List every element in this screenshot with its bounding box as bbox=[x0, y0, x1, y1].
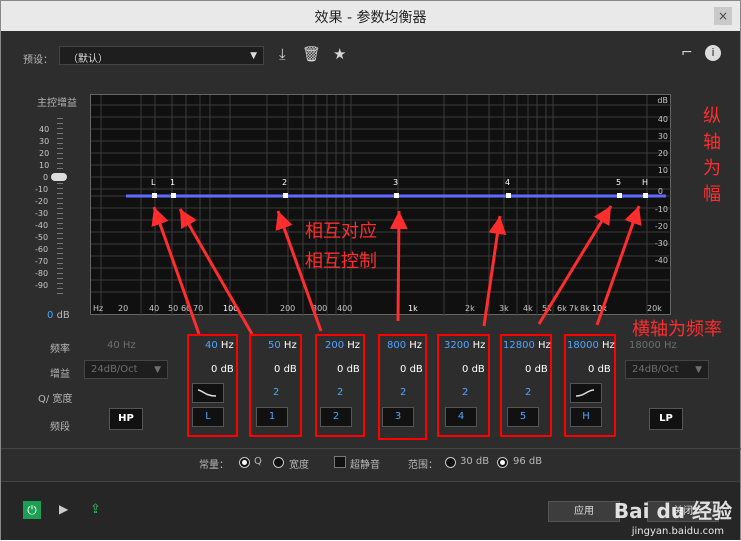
band-1-gain[interactable]: 0 dB bbox=[274, 364, 297, 375]
eq-grid bbox=[91, 95, 672, 316]
band-row-label: 频段 bbox=[50, 422, 70, 433]
preset-label: 预设： bbox=[23, 55, 53, 66]
band-marker-label-3: 3 bbox=[393, 178, 399, 187]
band-2-toggle[interactable]: 2 bbox=[320, 407, 352, 427]
master-gain-slider-track[interactable] bbox=[57, 118, 63, 294]
apply-button[interactable]: 应用 bbox=[548, 501, 620, 522]
range-label: 范围： bbox=[408, 460, 438, 471]
band-5-toggle[interactable]: 5 bbox=[507, 407, 539, 427]
window-title: 效果 - 参数均衡器 bbox=[314, 10, 427, 26]
band-handle-4[interactable] bbox=[506, 193, 511, 198]
band-H-frequency[interactable]: 18000 Hz bbox=[567, 340, 615, 351]
download-icon[interactable]: ⤓ bbox=[279, 45, 286, 63]
width-option-label: 宽度 bbox=[289, 460, 309, 471]
band-3-gain[interactable]: 0 dB bbox=[400, 364, 423, 375]
band-1-q[interactable]: 2 bbox=[273, 387, 279, 398]
preset-dropdown[interactable]: （默认） ▼ bbox=[59, 46, 264, 65]
band-handle-5[interactable] bbox=[617, 193, 622, 198]
band-1-frequency[interactable]: 50 Hz bbox=[268, 340, 297, 351]
range-96db-radio[interactable] bbox=[497, 457, 508, 468]
lp-frequency[interactable]: 18000 Hz bbox=[629, 340, 677, 351]
chevron-down-icon: ▼ bbox=[250, 51, 257, 61]
range-96db-label: 96 dB bbox=[513, 456, 543, 467]
close-icon[interactable]: × bbox=[714, 7, 732, 25]
range-30db-radio[interactable] bbox=[445, 457, 456, 468]
annotation-vertical-axis: 纵轴为幅 bbox=[703, 106, 721, 205]
band-4-gain[interactable]: 0 dB bbox=[462, 364, 485, 375]
band-3-frequency[interactable]: 800 Hz bbox=[387, 340, 422, 351]
super-silent-label: 超静音 bbox=[350, 460, 380, 471]
band-L-gain[interactable]: 0 dB bbox=[211, 364, 234, 375]
band-5-q[interactable]: 2 bbox=[525, 387, 531, 398]
frequency-row-label: 频率 bbox=[50, 344, 70, 355]
band-H-gain[interactable]: 0 dB bbox=[588, 364, 611, 375]
band-H-toggle[interactable]: H bbox=[570, 407, 602, 427]
low-shelf-curve-button[interactable] bbox=[192, 383, 224, 403]
master-gain-slider-handle[interactable] bbox=[51, 173, 67, 181]
high-shelf-icon bbox=[575, 389, 595, 397]
baidu-watermark-url: jingyan.baidu.com bbox=[631, 526, 724, 537]
band-marker-label-L: L bbox=[151, 178, 156, 187]
super-silent-checkbox[interactable] bbox=[334, 456, 346, 468]
power-icon[interactable]: ⏻ bbox=[23, 501, 41, 519]
annotation-mutual-correspond: 相互对应 bbox=[305, 221, 377, 242]
band-2-frequency[interactable]: 200 Hz bbox=[325, 340, 360, 351]
hp-frequency[interactable]: 40 Hz bbox=[107, 340, 136, 351]
annotation-horizontal-axis: 横轴为频率 bbox=[632, 319, 722, 340]
q-radio[interactable] bbox=[239, 457, 250, 468]
band-marker-label-H: H bbox=[642, 178, 649, 187]
lp-slope-dropdown[interactable]: 24dB/Oct ▼ bbox=[625, 360, 709, 379]
band-4-q[interactable]: 2 bbox=[462, 387, 468, 398]
width-radio[interactable] bbox=[273, 457, 284, 468]
band-L-frequency[interactable]: 40 Hz bbox=[205, 340, 234, 351]
chevron-down-icon: ▼ bbox=[695, 365, 702, 375]
low-shelf-icon bbox=[197, 389, 217, 397]
band-marker-label-2: 2 bbox=[282, 178, 288, 187]
hp-button[interactable]: HP bbox=[109, 408, 143, 430]
constant-label: 常量： bbox=[199, 460, 229, 471]
route-icon[interactable]: ⌐ bbox=[681, 45, 693, 61]
hp-slope-dropdown[interactable]: 24dB/Oct ▼ bbox=[84, 360, 168, 379]
band-marker-label-5: 5 bbox=[616, 178, 622, 187]
master-gain-label: 主控增益 bbox=[37, 98, 77, 109]
band-handle-3[interactable] bbox=[394, 193, 399, 198]
band-1-toggle[interactable]: 1 bbox=[256, 407, 288, 427]
annotation-mutual-control: 相互控制 bbox=[305, 251, 377, 272]
effect-window: 效果 - 参数均衡器 × 预设： （默认） ▼ ⤓ 🗑 ★ ⌐ i 主控增益 4… bbox=[0, 0, 741, 540]
info-icon[interactable]: i bbox=[705, 45, 721, 61]
gain-row-label: 增益 bbox=[50, 369, 70, 380]
title-bar: 效果 - 参数均衡器 × bbox=[1, 1, 740, 31]
band-3-q[interactable]: 2 bbox=[400, 387, 406, 398]
range-30db-label: 30 dB bbox=[460, 456, 490, 467]
band-5-frequency[interactable]: 12800 Hz bbox=[503, 340, 551, 351]
master-gain-value: 0 dB bbox=[47, 310, 70, 321]
band-marker-label-1: 1 bbox=[170, 178, 176, 187]
band-4-toggle[interactable]: 4 bbox=[445, 407, 477, 427]
right-scale-unit: dB bbox=[657, 96, 668, 105]
divider bbox=[1, 448, 741, 449]
band-handle-L[interactable] bbox=[152, 193, 157, 198]
trash-icon[interactable]: 🗑 bbox=[302, 45, 321, 63]
band-5-gain[interactable]: 0 dB bbox=[525, 364, 548, 375]
band-L-toggle[interactable]: L bbox=[192, 407, 224, 427]
band-2-q[interactable]: 2 bbox=[337, 387, 343, 398]
high-shelf-curve-button[interactable] bbox=[570, 383, 602, 403]
band-handle-1[interactable] bbox=[171, 193, 176, 198]
band-2-gain[interactable]: 0 dB bbox=[337, 364, 360, 375]
lp-button[interactable]: LP bbox=[649, 408, 683, 430]
star-icon[interactable]: ★ bbox=[333, 45, 346, 63]
q-option-label: Q bbox=[254, 456, 262, 467]
band-4-frequency[interactable]: 3200 Hz bbox=[444, 340, 485, 351]
band-3-toggle[interactable]: 3 bbox=[382, 407, 414, 427]
q-width-row-label: Q/ 宽度 bbox=[38, 394, 73, 405]
apply-arrow-icon[interactable]: ⇪ bbox=[90, 502, 101, 517]
play-icon[interactable]: ▶ bbox=[59, 502, 68, 516]
baidu-watermark-logo: Bai du 经验 bbox=[613, 499, 732, 523]
band-handle-H[interactable] bbox=[643, 193, 648, 198]
eq-graph[interactable]: dB 40 30 20 10 0 -10 -20 -30 -40 L 1 2 3… bbox=[90, 94, 672, 316]
band-handle-2[interactable] bbox=[283, 193, 288, 198]
band-marker-label-4: 4 bbox=[505, 178, 511, 187]
chevron-down-icon: ▼ bbox=[154, 365, 161, 375]
preset-value: （默认） bbox=[68, 54, 108, 65]
